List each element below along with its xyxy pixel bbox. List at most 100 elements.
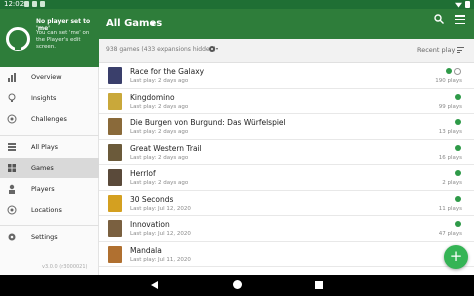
list-item[interactable]: Mandala Last play: Jul 11, 2020 xyxy=(99,242,474,267)
add-game-button[interactable]: + xyxy=(444,245,468,269)
nav-item-settings[interactable]: Settings xyxy=(0,227,99,247)
play-count: 190 plays xyxy=(435,78,462,84)
battery-icon xyxy=(465,1,470,8)
game-name: Great Western Trail xyxy=(130,143,202,153)
list-item[interactable]: Innovation Last play: Jul 12, 2020 47 pl… xyxy=(99,216,474,242)
nav-item-overview[interactable]: Overview xyxy=(0,67,99,87)
last-play: Last play: 2 days ago xyxy=(130,129,189,135)
game-thumbnail xyxy=(108,169,122,186)
notification-icon xyxy=(24,1,29,7)
status-time: 12:02 xyxy=(4,0,25,8)
check-icon xyxy=(455,93,461,100)
list-item[interactable]: Race for the Galaxy Last play: 2 days ag… xyxy=(99,63,474,89)
version-label: v3.0.0 (r3000021) xyxy=(42,264,88,270)
filter-bar: 938 games (433 expansions hidden) Recent… xyxy=(99,39,474,63)
play-count: 47 plays xyxy=(438,231,462,237)
recents-icon[interactable] xyxy=(315,281,323,289)
bar-chart-icon xyxy=(8,73,16,82)
game-name: Die Burgen von Burgund: Das Würfelspiel xyxy=(130,118,286,127)
game-count: 938 games (433 expansions hidden) xyxy=(106,46,216,53)
nav-item-label: Settings xyxy=(31,233,58,241)
last-play: Last play: Jul 11, 2020 xyxy=(130,256,191,263)
nav-item-label: Players xyxy=(31,185,55,193)
gear-icon xyxy=(8,233,16,241)
search-icon[interactable] xyxy=(434,14,444,24)
list-item[interactable]: Herrlof Last play: 2 days ago 2 plays xyxy=(99,165,474,191)
nav-item-insights[interactable]: Insights xyxy=(0,88,99,108)
last-play: Last play: 2 days ago xyxy=(130,78,189,84)
nav-item-players[interactable]: Players xyxy=(0,179,99,199)
last-play: Last play: 2 days ago xyxy=(130,180,189,186)
check-icon xyxy=(446,68,452,74)
list-item[interactable]: 30 Seconds Last play: Jul 12, 2020 11 pl… xyxy=(99,191,474,216)
grid-icon xyxy=(8,164,16,172)
check-icon xyxy=(455,119,461,125)
nav-item-label: Locations xyxy=(31,206,62,214)
game-name: Kingdomino xyxy=(130,92,175,102)
nav-item-label: Overview xyxy=(31,73,62,81)
check-icon xyxy=(455,221,461,227)
drawer-header: No player set to 'me' You can set 'me' o… xyxy=(0,9,99,67)
notification-icon xyxy=(32,1,37,7)
game-thumbnail xyxy=(108,194,122,212)
list-item[interactable]: Kingdomino Last play: 2 days ago 99 play… xyxy=(99,89,474,114)
play-count: 16 plays xyxy=(438,154,462,161)
divider xyxy=(0,225,99,226)
notification-icon xyxy=(40,1,45,7)
sort-icon[interactable] xyxy=(457,47,464,53)
last-play: Last play: Jul 12, 2020 xyxy=(130,231,191,237)
gear-filter-icon[interactable] xyxy=(208,44,219,54)
nav-item-label: Insights xyxy=(31,94,57,102)
nav-item-games[interactable]: Games xyxy=(0,158,99,178)
play-count: 2 plays xyxy=(442,180,462,186)
nav-item-label: Challenges xyxy=(31,115,67,123)
game-name: Race for the Galaxy xyxy=(130,67,205,76)
back-icon[interactable] xyxy=(151,281,158,289)
status-bar: 12:02 xyxy=(0,0,474,9)
nav-item-challenges[interactable]: Challenges xyxy=(0,109,99,129)
game-name: Herrlof xyxy=(130,169,156,178)
divider xyxy=(0,135,99,136)
play-count: 99 plays xyxy=(438,103,462,110)
nav-item-locations[interactable]: Locations xyxy=(0,200,99,220)
game-list: Race for the Galaxy Last play: 2 days ag… xyxy=(99,63,474,275)
nav-item-all-plays[interactable]: All Plays xyxy=(0,137,99,157)
game-thumbnail xyxy=(108,67,122,84)
play-count: 11 plays xyxy=(438,205,462,212)
chevron-down-icon[interactable] xyxy=(150,22,156,26)
list-item[interactable]: Die Burgen von Burgund: Das Würfelspiel … xyxy=(99,114,474,140)
game-thumbnail xyxy=(108,92,122,110)
person-icon xyxy=(9,184,15,194)
play-count: 13 plays xyxy=(438,129,462,135)
system-nav-bar xyxy=(0,275,474,296)
game-thumbnail xyxy=(108,118,122,135)
drawer-subtitle: You can set 'me' on the Player's edit sc… xyxy=(36,30,90,50)
menu-icon[interactable] xyxy=(455,15,465,24)
game-name: 30 Seconds xyxy=(130,194,174,204)
lightbulb-icon xyxy=(8,93,16,102)
navigation-drawer: No player set to 'me' You can set 'me' o… xyxy=(0,9,99,275)
last-play: Last play: 2 days ago xyxy=(130,103,189,110)
nav-item-label: Games xyxy=(31,164,54,172)
game-name: Innovation xyxy=(130,220,170,229)
game-thumbnail xyxy=(108,245,122,263)
list-item[interactable]: Great Western Trail Last play: 2 days ag… xyxy=(99,140,474,165)
list-icon xyxy=(8,143,16,151)
avatar[interactable] xyxy=(6,27,30,51)
game-name: Mandala xyxy=(130,245,162,255)
app-bar: All Games xyxy=(99,9,474,39)
nav-item-label: All Plays xyxy=(31,143,59,151)
game-thumbnail xyxy=(108,220,122,237)
sort-label[interactable]: Recent play xyxy=(417,46,455,54)
owned-icon xyxy=(454,68,461,75)
last-play: Last play: 2 days ago xyxy=(130,154,189,161)
last-play: Last play: Jul 12, 2020 xyxy=(130,205,191,212)
game-thumbnail xyxy=(108,143,122,161)
home-icon[interactable] xyxy=(233,280,242,289)
wifi-icon xyxy=(455,2,462,8)
check-icon xyxy=(455,170,461,176)
check-icon xyxy=(455,144,461,151)
target-icon xyxy=(7,114,17,124)
location-icon xyxy=(7,205,17,215)
check-icon xyxy=(455,195,461,202)
